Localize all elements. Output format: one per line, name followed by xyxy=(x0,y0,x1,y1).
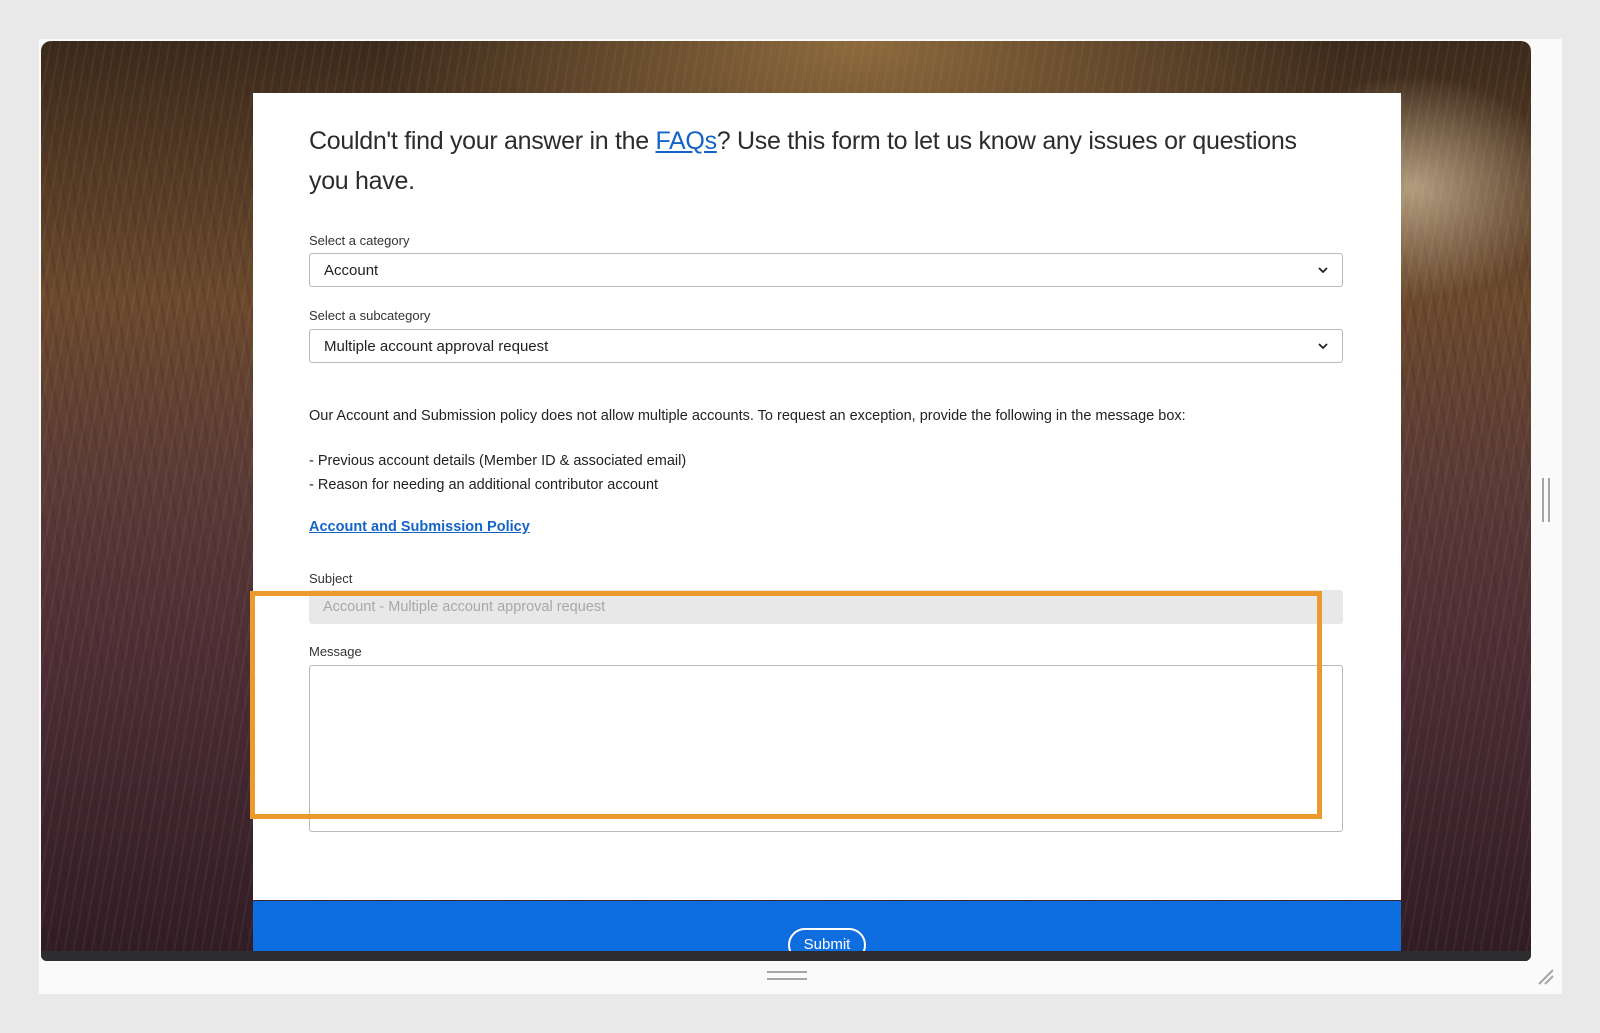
faq-link[interactable]: FAQs xyxy=(655,127,717,155)
resize-grip-bottom[interactable] xyxy=(767,971,807,980)
subject-label: Subject xyxy=(309,571,353,586)
submit-button[interactable]: Submit xyxy=(788,928,866,961)
intro-text: Couldn't find your answer in the xyxy=(309,127,656,155)
subcategory-select[interactable]: Multiple account approval request xyxy=(309,329,1343,363)
form-footer: Submit xyxy=(253,901,1401,961)
chevron-down-icon xyxy=(1318,343,1328,350)
subcategory-label: Select a subcategory xyxy=(309,308,431,323)
category-value: Account xyxy=(324,262,379,279)
account-submission-policy-link[interactable]: Account and Submission Policy xyxy=(309,519,530,535)
subcategory-value: Multiple account approval request xyxy=(324,338,549,355)
category-select[interactable]: Account xyxy=(309,253,1343,287)
background-photo: Couldn't find your answer in the FAQs? U… xyxy=(41,41,1531,961)
chevron-down-icon xyxy=(1318,267,1328,274)
policy-bullet: - Previous account details (Member ID & … xyxy=(309,453,687,469)
category-label: Select a category xyxy=(309,233,410,248)
form-intro: Couldn't find your answer in the FAQs? U… xyxy=(309,121,1329,201)
policy-description: Our Account and Submission policy does n… xyxy=(309,408,1186,424)
resize-corner-icon[interactable] xyxy=(1535,966,1555,986)
message-highlight-box xyxy=(250,591,1322,819)
resize-grip-right[interactable] xyxy=(1542,478,1550,522)
policy-bullet: - Reason for needing an additional contr… xyxy=(309,477,659,493)
